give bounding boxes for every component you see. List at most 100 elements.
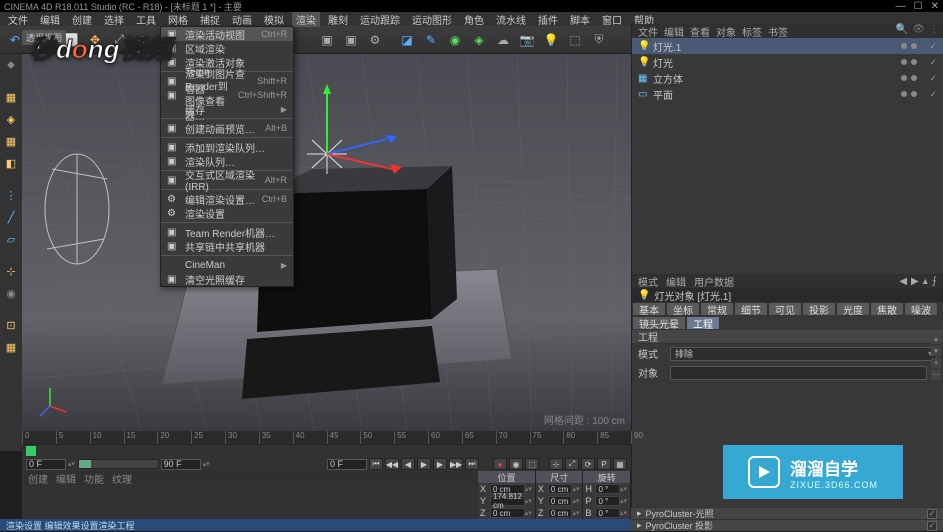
- light-icon[interactable]: 💡: [540, 29, 562, 51]
- menu-item[interactable]: CineMan▶: [161, 258, 293, 272]
- timeline-ruler[interactable]: 051015202530354045505560657075808590: [22, 431, 631, 445]
- minimize-button[interactable]: —: [896, 1, 906, 12]
- scale-tool-icon[interactable]: ⤢: [108, 29, 130, 51]
- menu-item[interactable]: ▣添加到渲染队列…: [161, 140, 293, 154]
- rot-b[interactable]: 0 °: [595, 508, 620, 518]
- pos-key-icon[interactable]: ⊹: [549, 458, 563, 470]
- texture-mode-icon[interactable]: ▦: [2, 132, 20, 150]
- menu-3[interactable]: 选择: [100, 12, 128, 27]
- attr-tab[interactable]: 工程: [686, 316, 720, 330]
- play-icon[interactable]: ▶: [417, 458, 431, 470]
- prev-frame-icon[interactable]: ◀: [401, 458, 415, 470]
- pos-y[interactable]: 174.812 cm: [490, 496, 525, 506]
- tag-icon[interactable]: ⬚: [564, 29, 586, 51]
- object-row[interactable]: 💡灯光.1✓: [632, 38, 943, 54]
- object-row[interactable]: ▭平面✓: [632, 86, 943, 102]
- mm-tex[interactable]: 纹理: [112, 471, 132, 486]
- menu-item[interactable]: ▣渲染队列…: [161, 154, 293, 168]
- menu-item[interactable]: ▣创建动画预览…Alt+B: [161, 121, 293, 135]
- size-x[interactable]: 0 cm: [548, 484, 573, 494]
- viewport[interactable]: 网格间距 : 100 cm: [22, 54, 631, 431]
- key-selection-icon[interactable]: ⬚: [525, 458, 539, 470]
- generator-icon[interactable]: ◉: [444, 29, 466, 51]
- pos-z[interactable]: 0 cm: [490, 508, 525, 518]
- make-editable-icon[interactable]: ⬥: [2, 56, 20, 74]
- attr-tab[interactable]: 镜头光晕: [632, 316, 686, 330]
- attr-tab[interactable]: 光度: [836, 302, 870, 316]
- attr-tab[interactable]: 噪波: [904, 302, 938, 316]
- camera-icon[interactable]: 📷: [516, 29, 538, 51]
- environment-icon[interactable]: ☁: [492, 29, 514, 51]
- menu-5[interactable]: 网格: [164, 12, 192, 27]
- menu-item[interactable]: ⚙渲染设置: [161, 206, 293, 220]
- size-y[interactable]: 0 cm: [548, 496, 573, 506]
- trash-icon[interactable]: ×: [931, 358, 941, 368]
- mm-edit[interactable]: 编辑: [56, 471, 76, 486]
- frame-end-input[interactable]: [161, 459, 201, 470]
- attr-up-icon[interactable]: ▴: [923, 276, 928, 287]
- menu-0[interactable]: 文件: [4, 12, 32, 27]
- rot-h[interactable]: 0 °: [595, 484, 620, 494]
- menu-item[interactable]: ⚙编辑渲染设置…Ctrl+B: [161, 192, 293, 206]
- render-pv-icon[interactable]: ▣: [340, 29, 362, 51]
- attr-mode[interactable]: 模式: [638, 274, 658, 289]
- menu-item[interactable]: ▣清空光照缓存: [161, 272, 293, 286]
- viewport-tab[interactable]: 透视视图: [22, 30, 66, 45]
- object-row[interactable]: 💡灯光✓: [632, 54, 943, 70]
- menu-15[interactable]: 插件: [534, 12, 562, 27]
- om-tab-edit[interactable]: 编辑: [664, 24, 684, 39]
- menu-16[interactable]: 脚本: [566, 12, 594, 27]
- frame-start-input[interactable]: [26, 459, 66, 470]
- edges-mode-icon[interactable]: ╱: [2, 208, 20, 226]
- menu-item[interactable]: ▣Team Render机器…: [161, 225, 293, 239]
- attr-tab[interactable]: 坐标: [666, 302, 700, 316]
- menu-11[interactable]: 运动跟踪: [356, 12, 404, 27]
- menu-4[interactable]: 工具: [132, 12, 160, 27]
- attr-edit[interactable]: 编辑: [666, 274, 686, 289]
- attr-next-icon[interactable]: ▶: [911, 276, 919, 287]
- rot-p[interactable]: 0 °: [595, 496, 620, 506]
- search-icon[interactable]: 🔍: [896, 24, 908, 35]
- om-tab-bookmark[interactable]: 书签: [768, 24, 788, 39]
- menu-10[interactable]: 雕刻: [324, 12, 352, 27]
- menu-item[interactable]: ▣渲染活动视图Ctrl+R: [161, 27, 293, 41]
- menu-2[interactable]: 创建: [68, 12, 96, 27]
- menu-7[interactable]: 动画: [228, 12, 256, 27]
- filter-icon[interactable]: ⋮: [929, 24, 939, 35]
- maximize-button[interactable]: ☐: [914, 1, 923, 12]
- pyro-lighting-checkbox[interactable]: ✓: [927, 509, 937, 519]
- menu-17[interactable]: 窗口: [598, 12, 626, 27]
- attr-userdata[interactable]: 用户数据: [694, 274, 734, 289]
- render-view-icon[interactable]: ▣: [316, 29, 338, 51]
- object-drop-target[interactable]: [670, 366, 927, 380]
- points-mode-icon[interactable]: ⋮: [2, 186, 20, 204]
- snap-icon[interactable]: ⊡: [2, 316, 20, 334]
- menu-item[interactable]: ▣区域渲染: [161, 41, 293, 55]
- mm-func[interactable]: 功能: [84, 471, 104, 486]
- record-key-icon[interactable]: ●: [493, 458, 507, 470]
- attr-func-icon[interactable]: ⨍: [932, 276, 937, 287]
- menu-item[interactable]: ▣Team Render到图像查看器…Ctrl+Shift+R: [161, 88, 293, 102]
- object-row[interactable]: ▦立方体✓: [632, 70, 943, 86]
- next-frame-icon[interactable]: ▶: [433, 458, 447, 470]
- range-slider[interactable]: [78, 459, 159, 469]
- frame-current-input[interactable]: [327, 459, 367, 470]
- pyro-arrow-icon[interactable]: ▸: [637, 520, 642, 531]
- om-tab-view[interactable]: 查看: [690, 24, 710, 39]
- enable-axis-icon[interactable]: ⊹: [2, 262, 20, 280]
- rotate-tool-icon[interactable]: ⟳: [132, 29, 154, 51]
- polys-mode-icon[interactable]: ▱: [2, 230, 20, 248]
- autokey-icon[interactable]: ◉: [509, 458, 523, 470]
- menu-13[interactable]: 角色: [460, 12, 488, 27]
- up-icon[interactable]: ▴: [931, 334, 941, 344]
- menu-6[interactable]: 捕捉: [196, 12, 224, 27]
- eye-icon[interactable]: 👁: [912, 24, 925, 35]
- om-tab-file[interactable]: 文件: [638, 24, 658, 39]
- menu-9[interactable]: 渲染: [292, 12, 320, 27]
- down-icon[interactable]: ▾: [931, 346, 941, 356]
- menu-8[interactable]: 模拟: [260, 12, 288, 27]
- cube-primitive-icon[interactable]: ◪: [396, 29, 418, 51]
- menu-1[interactable]: 编辑: [36, 12, 64, 27]
- prev-key-icon[interactable]: ◀◀: [385, 458, 399, 470]
- menu-14[interactable]: 流水线: [492, 12, 530, 27]
